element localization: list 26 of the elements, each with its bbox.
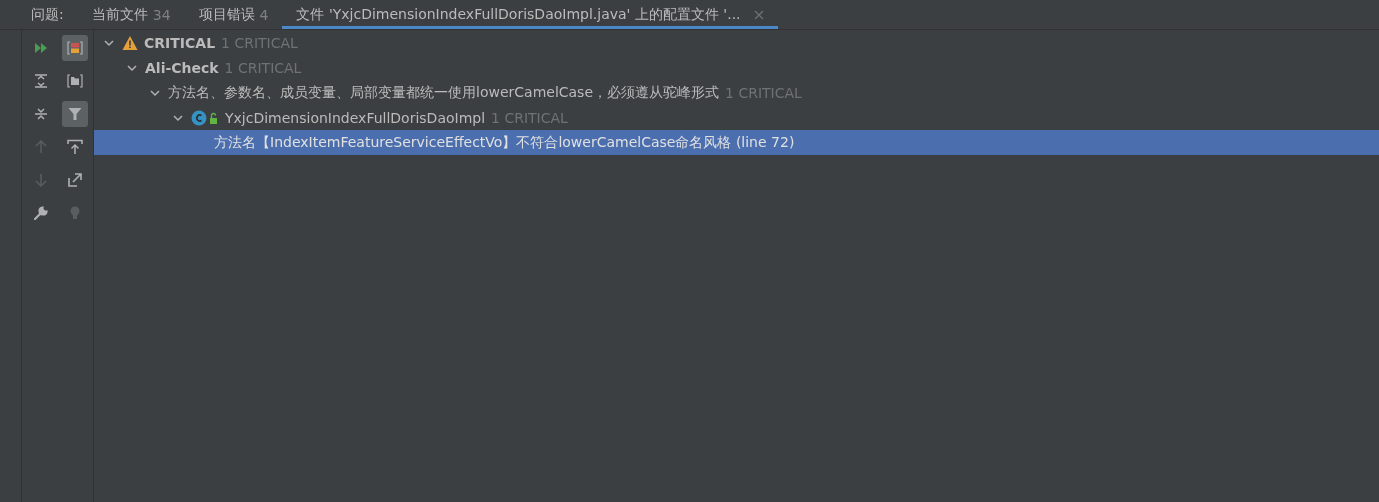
tab[interactable]: 文件 'YxjcDimensionIndexFullDorisDaoImpl.java' 上的配置文件 '... (282, 0, 778, 29)
tab[interactable]: 项目错误 4 (184, 0, 283, 29)
filter-icon (67, 106, 83, 122)
export-icon (67, 139, 83, 155)
tree-label: 方法名、参数名、成员变量、局部变量都统一使用lowerCamelCase，必须遵从驼峰形式 (168, 83, 720, 102)
tree-label: CRITICAL (144, 34, 216, 51)
folder-icon (67, 73, 83, 89)
class-icon (191, 109, 219, 126)
panel-label: 问题: (30, 4, 65, 24)
tree-label: 方法名【IndexItemFeatureServiceEffectVo】不符合lowerCamelCase命名风格 (line 72) (214, 133, 795, 152)
up-arrow-icon (33, 139, 49, 155)
toolbar-button[interactable] (62, 101, 88, 127)
tree-row[interactable]: 方法名【IndexItemFeatureServiceEffectVo】不符合lowerCamelCase命名风格 (line 72) (94, 130, 1379, 155)
tab[interactable]: 当前文件 34 (77, 0, 185, 29)
severity-group-icon (67, 40, 83, 56)
expand-all-icon (33, 73, 49, 89)
down-arrow-icon (33, 172, 49, 188)
close-icon[interactable] (753, 9, 764, 20)
tree-label: Ali-Check (145, 59, 219, 76)
open-external-icon (67, 172, 83, 188)
warning-icon (122, 34, 138, 51)
collapse-all-icon (33, 106, 49, 122)
wrench-icon (33, 205, 49, 221)
tree-label: YxjcDimensionIndexFullDorisDaoImpl (225, 109, 486, 126)
toolbar-button[interactable] (62, 35, 88, 61)
run-icon (33, 40, 49, 56)
